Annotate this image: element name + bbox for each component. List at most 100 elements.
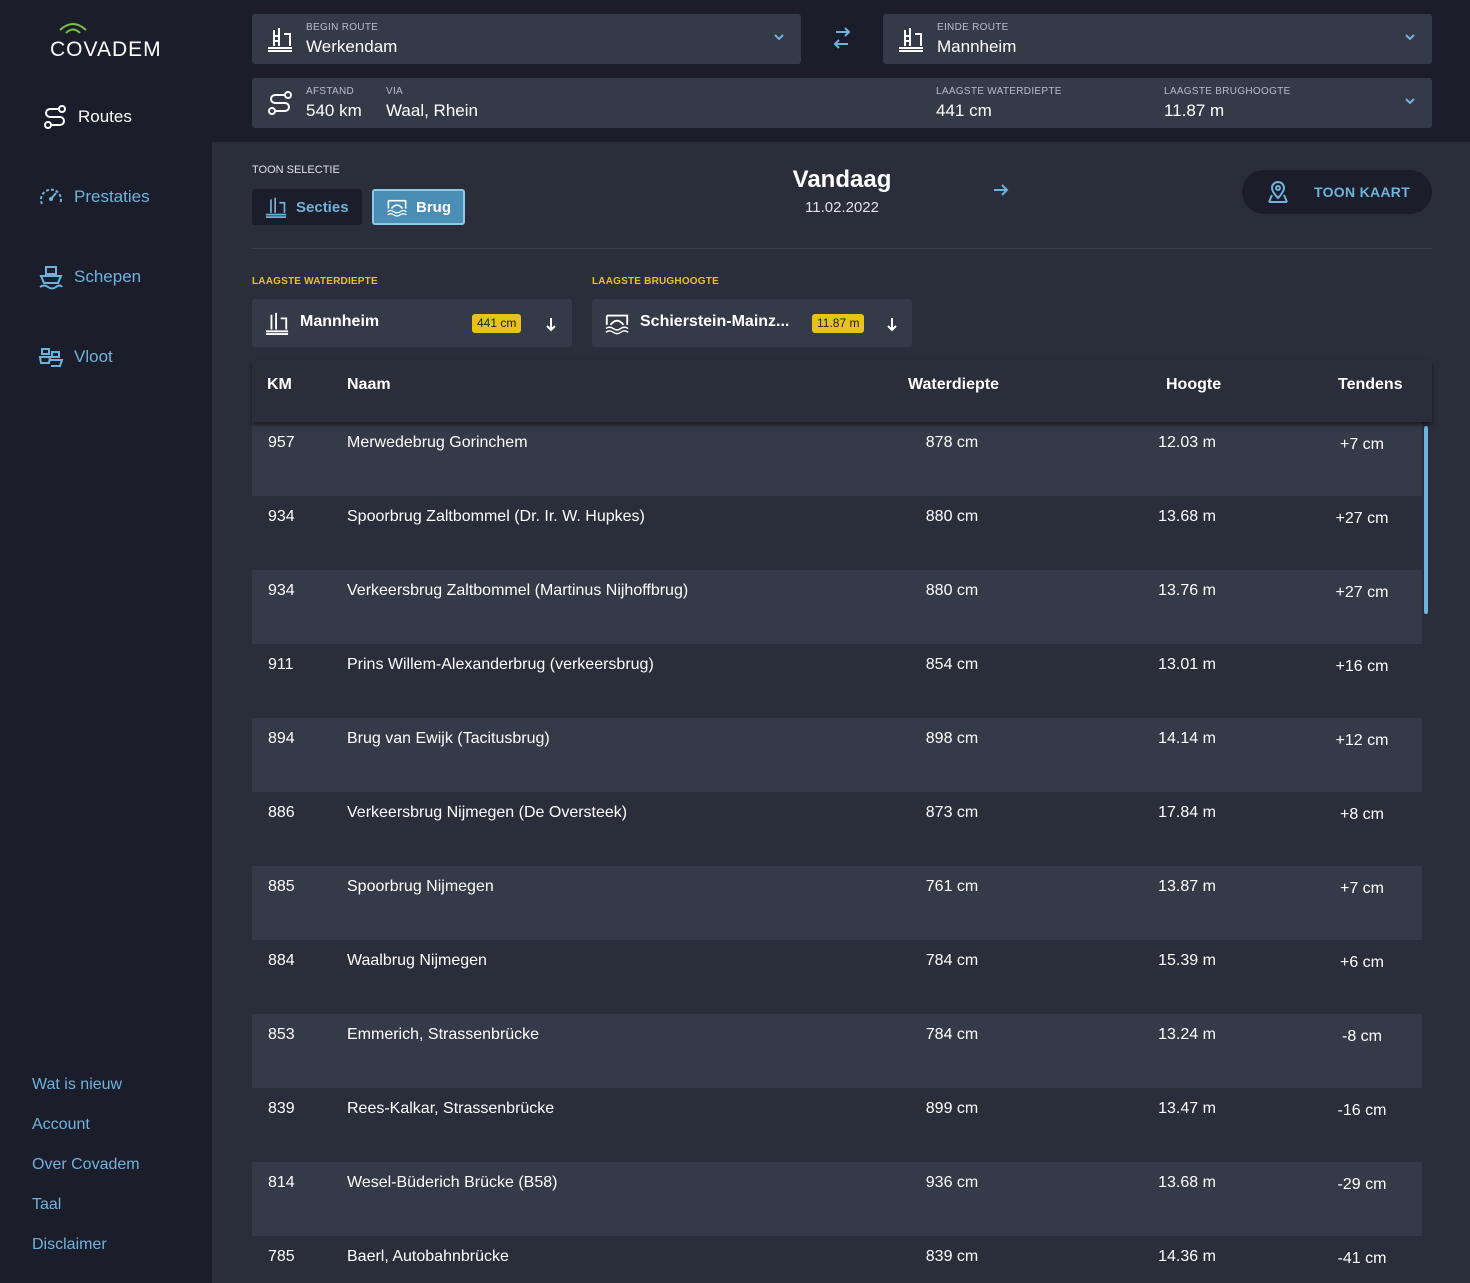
- table-row[interactable]: 934 Verkeersbrug Zaltbommel (Martinus Nij…: [252, 570, 1422, 644]
- toggle-brug[interactable]: Brug: [372, 189, 465, 225]
- toggle-secties[interactable]: Secties: [252, 189, 362, 225]
- cell-hoogte: 13.01 m: [1158, 656, 1216, 673]
- lock-gate-icon: [265, 197, 287, 218]
- cell-hoogte: 17.84 m: [1158, 804, 1216, 821]
- cell-waterdiepte: 873 cm: [925, 804, 979, 821]
- table-row[interactable]: 853 Emmerich, Strassenbrücke 784 cm 13.24 m…: [252, 1014, 1422, 1088]
- table-row[interactable]: 957 Merwedebrug Gorinchem 878 cm 12.03 m +7 …: [252, 422, 1422, 496]
- brand-name: COVADEM: [50, 38, 162, 61]
- signal-arcs-icon: [59, 23, 87, 34]
- link-account[interactable]: Account: [32, 1116, 90, 1134]
- table-row[interactable]: 934 Spoorbrug Zaltbommel (Dr. Ir. W. Hupk…: [252, 496, 1422, 570]
- table-row[interactable]: 885 Spoorbrug Nijmegen 761 cm 13.87 m +7 cm: [252, 866, 1422, 940]
- cell-waterdiepte: 880 cm: [925, 508, 979, 525]
- scrollbar[interactable]: [1424, 426, 1428, 614]
- laagste-brughoogte-label: LAAGSTE BRUGHOOGTE: [1164, 86, 1291, 97]
- route-icon: [44, 105, 66, 129]
- header-waterdiepte[interactable]: Waterdiepte: [908, 376, 999, 394]
- table-row[interactable]: 886 Verkeersbrug Nijmegen (De Oversteek) 8…: [252, 792, 1422, 866]
- cell-tendens: +27 cm: [1335, 510, 1389, 527]
- lock-gate-icon: [899, 28, 923, 52]
- table-row[interactable]: 894 Brug van Ewijk (Tacitusbrug) 898 cm 14.…: [252, 718, 1422, 792]
- cell-tendens: +7 cm: [1339, 880, 1384, 897]
- route-icon: [268, 91, 292, 115]
- cell-hoogte: 15.39 m: [1158, 952, 1216, 969]
- cell-waterdiepte: 898 cm: [925, 730, 979, 747]
- nav-schepen-label: Schepen: [74, 267, 142, 286]
- day-date: 11.02.2022: [805, 199, 879, 216]
- lowest-water-card[interactable]: Mannheim 441 cm: [252, 299, 572, 347]
- header-tendens[interactable]: Tendens: [1338, 376, 1403, 394]
- link-wat-is-nieuw[interactable]: Wat is nieuw: [32, 1076, 122, 1094]
- laagste-waterdiepte-value: 441 cm: [936, 101, 992, 120]
- cell-tendens: -29 cm: [1337, 1176, 1387, 1193]
- cell-tendens: +12 cm: [1335, 732, 1389, 749]
- laagste-waterdiepte-label: LAAGSTE WATERDIEPTE: [936, 86, 1062, 97]
- nav-schepen[interactable]: Schepen: [38, 264, 141, 290]
- cell-waterdiepte: 854 cm: [925, 656, 979, 673]
- cell-tendens: +7 cm: [1339, 436, 1384, 453]
- cell-km: 884: [268, 952, 295, 969]
- link-over-covadem[interactable]: Over Covadem: [32, 1156, 140, 1174]
- via-value: Waal, Rhein: [386, 101, 478, 120]
- lowest-bridge-label: LAAGSTE BRUGHOOGTE: [592, 276, 719, 287]
- cell-tendens: -8 cm: [1342, 1028, 1382, 1045]
- nav-vloot[interactable]: Vloot: [38, 344, 113, 370]
- table-row[interactable]: 911 Prins Willem-Alexanderbrug (verkeersb…: [252, 644, 1422, 718]
- covadem-logo[interactable]: COVADEM: [50, 20, 162, 64]
- chevron-down-icon: [774, 34, 784, 41]
- chevron-down-icon: [1405, 98, 1415, 105]
- cell-hoogte: 13.76 m: [1158, 582, 1216, 599]
- cell-tendens: -41 cm: [1337, 1250, 1387, 1267]
- nav-prestaties[interactable]: Prestaties: [38, 184, 150, 210]
- table-row[interactable]: 884 Waalbrug Nijmegen 784 cm 15.39 m +6 cm: [252, 940, 1422, 1014]
- cell-hoogte: 13.68 m: [1158, 508, 1216, 525]
- cell-naam: Spoorbrug Zaltbommel (Dr. Ir. W. Hupkes): [347, 508, 645, 525]
- swap-route-icon[interactable]: [832, 26, 852, 52]
- header-km[interactable]: KM: [267, 376, 292, 394]
- arrow-right-icon[interactable]: [992, 182, 1010, 198]
- lowest-bridge-badge: 11.87 m: [812, 314, 865, 333]
- begin-route-label: BEGIN ROUTE: [306, 22, 379, 33]
- end-route-select[interactable]: EINDE ROUTE Mannheim: [883, 14, 1432, 64]
- cell-naam: Spoorbrug Nijmegen: [347, 878, 494, 895]
- table-row[interactable]: 839 Rees-Kalkar, Strassenbrücke 899 cm 13.4…: [252, 1088, 1422, 1162]
- arrow-down-icon: [887, 318, 897, 332]
- cell-hoogte: 13.68 m: [1158, 1174, 1216, 1191]
- cell-km: 814: [268, 1174, 295, 1191]
- table-row[interactable]: 814 Wesel-Büderich Brücke (B58) 936 cm 13.6…: [252, 1162, 1422, 1236]
- afstand-label: AFSTAND: [306, 86, 355, 97]
- cell-waterdiepte: 784 cm: [925, 1026, 979, 1043]
- nav-routes[interactable]: Routes: [42, 104, 132, 130]
- link-disclaimer[interactable]: Disclaimer: [32, 1236, 107, 1254]
- cell-naam: Brug van Ewijk (Tacitusbrug): [347, 730, 550, 747]
- cell-km: 853: [268, 1026, 295, 1043]
- cell-hoogte: 13.87 m: [1158, 878, 1216, 895]
- cell-hoogte: 12.03 m: [1158, 434, 1216, 451]
- toon-kaart-button[interactable]: TOON KAART: [1242, 170, 1432, 214]
- cell-naam: Merwedebrug Gorinchem: [347, 434, 528, 451]
- nav-vloot-label: Vloot: [74, 347, 113, 366]
- toon-selectie-label: TOON SELECTIE: [252, 164, 340, 176]
- lowest-water-badge: 441 cm: [472, 314, 522, 333]
- cell-naam: Wesel-Büderich Brücke (B58): [347, 1174, 558, 1191]
- cell-tendens: +8 cm: [1339, 806, 1384, 823]
- nav-prestaties-label: Prestaties: [74, 187, 150, 206]
- cell-naam: Emmerich, Strassenbrücke: [347, 1026, 540, 1043]
- lowest-bridge-card[interactable]: Schierstein-Mainz... 11.87 m: [592, 299, 912, 347]
- table-row[interactable]: 785 Baerl, Autobahnbrücke 839 cm 14.36 m -41…: [252, 1236, 1422, 1283]
- cell-km: 934: [268, 582, 295, 599]
- lowest-water-name: Mannheim: [300, 313, 380, 330]
- begin-route-select[interactable]: BEGIN ROUTE Werkendam: [252, 14, 801, 64]
- route-summary-bar[interactable]: AFSTAND 540 km VIA Waal, Rhein LAAGSTE W…: [252, 78, 1432, 128]
- cell-naam: Prins Willem-Alexanderbrug (verkeersbrug…: [347, 656, 654, 673]
- cell-waterdiepte: 899 cm: [925, 1100, 979, 1117]
- nav-routes-label: Routes: [78, 107, 132, 126]
- header-hoogte[interactable]: Hoogte: [1166, 376, 1221, 394]
- header-naam[interactable]: Naam: [347, 376, 391, 394]
- laagste-brughoogte-value: 11.87 m: [1164, 101, 1225, 120]
- lock-gate-icon: [265, 312, 289, 335]
- link-taal[interactable]: Taal: [32, 1196, 61, 1214]
- lowest-water-label: LAAGSTE WATERDIEPTE: [252, 276, 378, 287]
- cell-naam: Waalbrug Nijmegen: [347, 952, 487, 969]
